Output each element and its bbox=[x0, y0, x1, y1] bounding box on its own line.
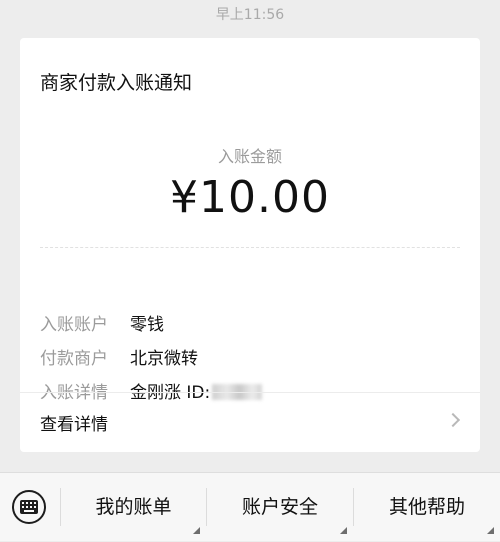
submenu-indicator-icon bbox=[193, 527, 200, 534]
payment-notification-card[interactable]: 商家付款入账通知 入账金额 ¥10.00 入账账户 零钱 付款商户 北京微转 入… bbox=[20, 38, 480, 452]
menu-item-label: 账户安全 bbox=[241, 496, 318, 518]
detail-label: 付款商户 bbox=[40, 349, 108, 369]
bottom-menu-bar: 我的账单 账户安全 其他帮助 bbox=[0, 472, 500, 541]
menu-item-account-security[interactable]: 账户安全 bbox=[207, 473, 353, 542]
menu-item-label: 我的账单 bbox=[95, 496, 172, 518]
message-timestamp: 早上11:56 bbox=[215, 7, 285, 23]
chevron-right-icon bbox=[445, 412, 461, 428]
view-detail-label: 查看详情 bbox=[40, 415, 108, 435]
detail-label: 入账账户 bbox=[40, 315, 108, 335]
keyboard-icon bbox=[20, 500, 38, 514]
amount-label: 入账金额 bbox=[217, 147, 282, 166]
dashed-divider bbox=[40, 247, 460, 248]
submenu-indicator-icon bbox=[340, 527, 347, 534]
card-title: 商家付款入账通知 bbox=[40, 72, 193, 94]
menu-item-other-help[interactable]: 其他帮助 bbox=[354, 473, 500, 542]
menu-item-label: 其他帮助 bbox=[388, 496, 465, 518]
menu-item-my-bills[interactable]: 我的账单 bbox=[61, 473, 206, 542]
keyboard-toggle-button[interactable] bbox=[12, 490, 46, 524]
view-detail-link[interactable]: 查看详情 bbox=[20, 393, 480, 451]
submenu-indicator-icon bbox=[487, 527, 494, 534]
amount-value: ¥10.00 bbox=[170, 172, 330, 223]
detail-row-merchant: 付款商户 北京微转 bbox=[40, 346, 198, 372]
detail-value: 零钱 bbox=[130, 315, 164, 335]
detail-row-account: 入账账户 零钱 bbox=[40, 312, 164, 338]
detail-value: 北京微转 bbox=[130, 349, 198, 369]
